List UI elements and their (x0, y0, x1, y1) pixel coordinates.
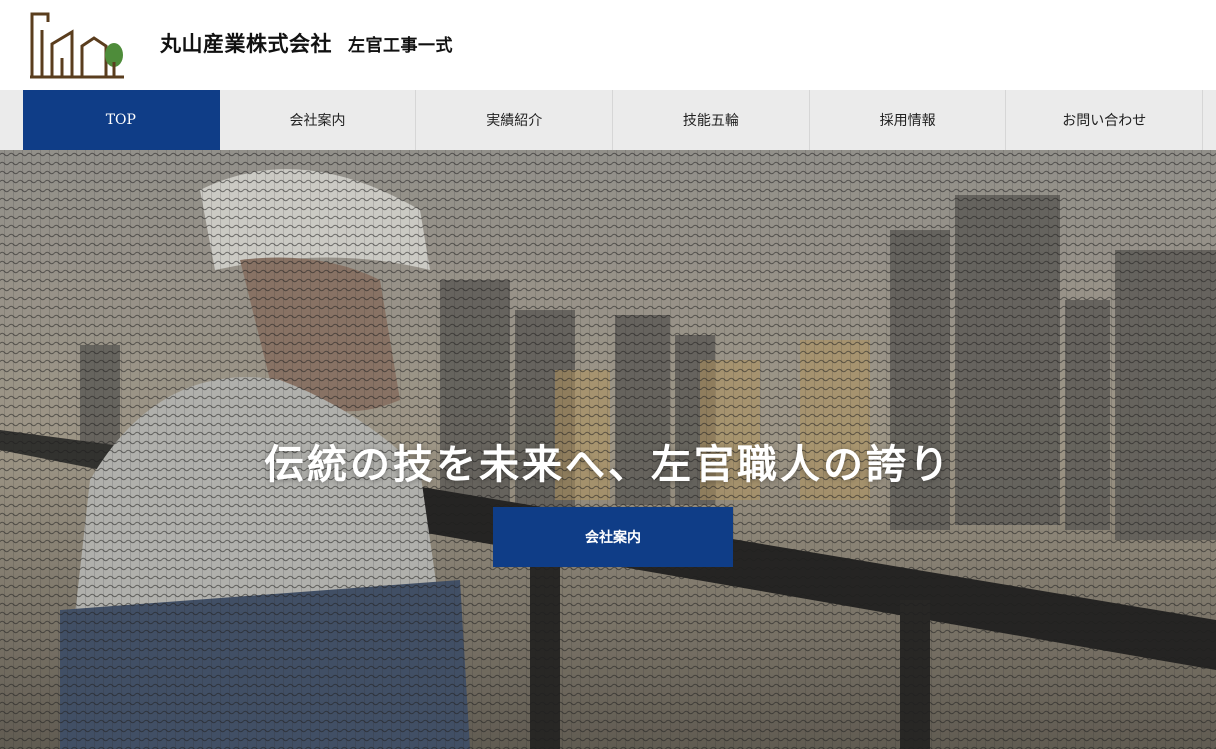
nav-item-top[interactable]: TOP (23, 90, 220, 150)
site-header: 丸山産業株式会社 左官工事一式 (0, 0, 1216, 90)
main-nav: TOP 会社案内 実績紹介 技能五輪 採用情報 お問い合わせ (0, 90, 1216, 150)
nav-item-skills-olympics[interactable]: 技能五輪 (613, 90, 810, 150)
hero-title: 伝統の技を未来へ、左官職人の誇り (264, 441, 952, 488)
nav-item-contact[interactable]: お問い合わせ (1006, 90, 1204, 150)
nav-item-recruit[interactable]: 採用情報 (810, 90, 1007, 150)
hero-section: 伝統の技を未来へ、左官職人の誇り 会社案内 (0, 150, 1216, 749)
brand: 丸山産業株式会社 左官工事一式 (160, 28, 453, 58)
company-info-button[interactable]: 会社案内 (493, 507, 733, 567)
nav-item-company[interactable]: 会社案内 (220, 90, 417, 150)
nav-list: TOP 会社案内 実績紹介 技能五輪 採用情報 お問い合わせ (23, 90, 1204, 150)
tagline: 左官工事一式 (348, 36, 453, 56)
house-tree-logo-icon[interactable] (28, 10, 128, 80)
company-name: 丸山産業株式会社 (160, 31, 332, 56)
nav-item-works[interactable]: 実績紹介 (416, 90, 614, 150)
